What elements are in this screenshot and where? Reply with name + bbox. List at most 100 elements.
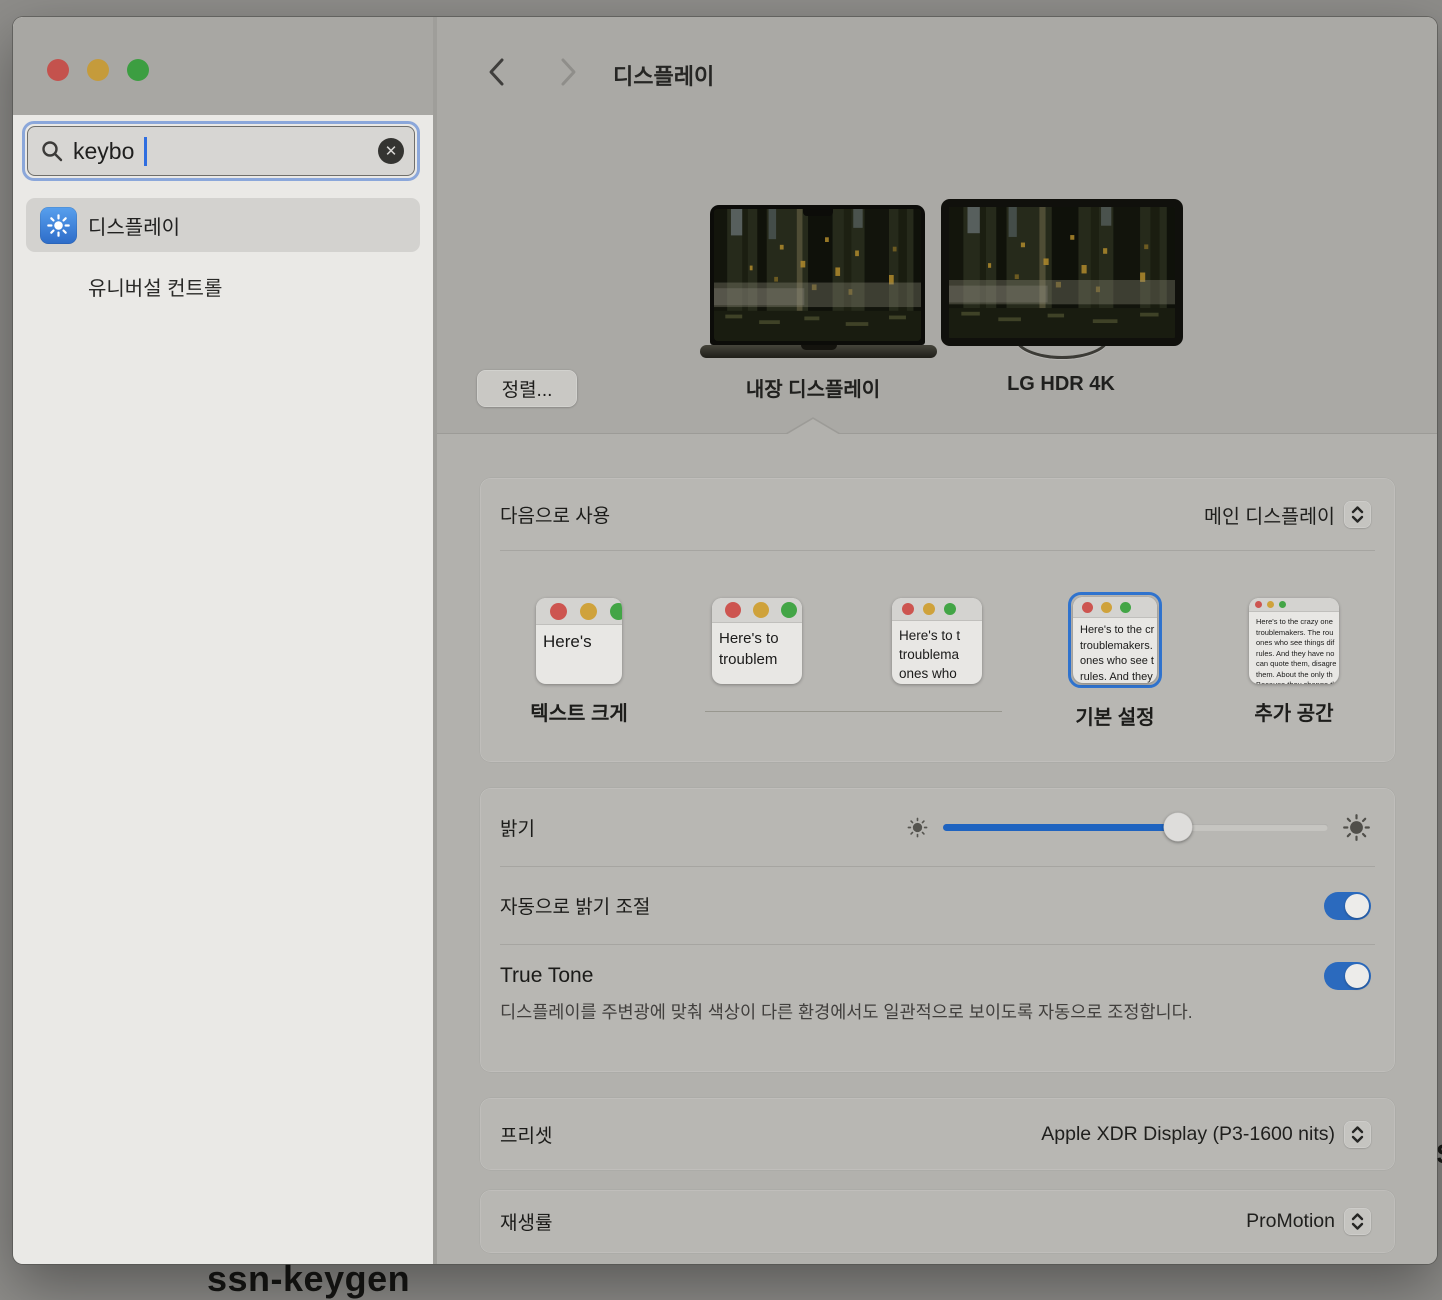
mini-traffic-dot	[902, 603, 914, 615]
slider-thumb[interactable]	[1163, 813, 1192, 842]
mini-traffic-dot	[1267, 601, 1274, 608]
resolution-preview: Here's to the crazy onetroublemakers. Th…	[1249, 598, 1339, 684]
use-as-popup[interactable]: 메인 디스플레이	[1204, 500, 1371, 529]
mini-traffic-dot	[923, 603, 935, 615]
refresh-rate-value: ProMotion	[1246, 1210, 1335, 1233]
resolution-option[interactable]: Here's totroublem	[687, 598, 827, 684]
background-partial-text: ssn-keygen	[207, 1258, 410, 1300]
resolution-option-label: 추가 공간	[1254, 697, 1333, 726]
resolution-option-label: 기본 설정	[1075, 701, 1154, 730]
sidebar-item-universal-control[interactable]: 유니버설 컨트롤	[88, 265, 222, 307]
display-picker-section: 디스플레이 정렬... 내장 디스플레이 LG HDR 4K	[437, 17, 1437, 434]
mini-traffic-dot	[725, 602, 741, 618]
popup-chevrons-icon	[1344, 501, 1371, 528]
refresh-rate-label: 재생률	[500, 1208, 552, 1235]
refresh-rate-card: 재생률 ProMotion	[480, 1190, 1395, 1253]
mini-traffic-dot	[1120, 602, 1131, 613]
sidebar-item-label: 유니버설 컨트롤	[88, 272, 222, 301]
sidebar-item-label: 디스플레이	[88, 211, 180, 240]
sidebar: keybo ✕ 디스플레이 유니버설 컨트롤	[13, 17, 433, 1264]
preset-label: 프리셋	[500, 1121, 552, 1148]
minimize-button[interactable]	[87, 59, 109, 81]
preset-row: 프리셋 Apple XDR Display (P3-1600 nits)	[480, 1098, 1395, 1170]
mini-traffic-dot	[944, 603, 956, 615]
mini-traffic-dot	[1082, 602, 1093, 613]
refresh-rate-popup[interactable]: ProMotion	[1246, 1208, 1371, 1235]
true-tone-toggle[interactable]	[1324, 962, 1371, 990]
chevron-left-icon	[487, 56, 506, 88]
row-divider	[500, 550, 1375, 551]
toggle-knob	[1345, 894, 1369, 918]
mini-traffic-dot	[753, 602, 769, 618]
sidebar-item-display[interactable]: 디스플레이	[26, 198, 420, 252]
display-name-lg: LG HDR 4K	[911, 373, 1211, 396]
resolution-option[interactable]: Here's to the crtroublemakers.ones who s…	[1045, 598, 1185, 730]
mini-traffic-dot	[610, 603, 622, 620]
true-tone-row: True Tone 디스플레이를 주변광에 맞춰 색상이 다른 환경에서도 일관…	[480, 945, 1395, 1073]
wallpaper-forest	[714, 209, 921, 341]
traffic-lights	[47, 59, 149, 81]
arrange-button[interactable]: 정렬...	[477, 370, 577, 407]
selected-display-pointer	[786, 417, 840, 434]
back-button[interactable]	[481, 55, 511, 89]
true-tone-description: 디스플레이를 주변광에 맞춰 색상이 다른 환경에서도 일관적으로 보이도록 자…	[500, 999, 1240, 1027]
page-title: 디스플레이	[613, 59, 714, 91]
brightness-low-icon	[906, 816, 929, 839]
popup-chevrons-icon	[1344, 1208, 1371, 1235]
true-tone-label: True Tone	[500, 964, 593, 988]
search-icon	[40, 139, 64, 163]
titlebar[interactable]	[13, 17, 433, 115]
auto-brightness-row: 자동으로 밝기 조절	[480, 867, 1395, 944]
resolution-option[interactable]: Here's 텍스트 크게	[509, 598, 649, 726]
use-as-card: 다음으로 사용 메인 디스플레이 Here's 텍스트 크게 Here's totr…	[480, 478, 1395, 762]
brightness-high-icon	[1342, 813, 1371, 842]
resolution-option[interactable]: Here's to the crazy onetroublemakers. Th…	[1224, 598, 1364, 726]
resolution-options: Here's 텍스트 크게 Here's totroublem Here's to t…	[480, 570, 1395, 762]
text-cursor	[144, 137, 147, 166]
preset-popup[interactable]: Apple XDR Display (P3-1600 nits)	[1041, 1121, 1371, 1148]
resolution-preview: Here's to the crtroublemakers.ones who s…	[1073, 597, 1157, 683]
resolution-preview: Here's	[536, 598, 622, 684]
resolution-option-label: 텍스트 크게	[530, 697, 628, 726]
mini-traffic-dot	[1255, 601, 1262, 608]
slider-fill	[943, 824, 1178, 831]
resolution-preview: Here's to ttroublemaones who	[892, 598, 982, 684]
clear-search-icon[interactable]: ✕	[378, 138, 404, 164]
preset-value: Apple XDR Display (P3-1600 nits)	[1041, 1123, 1335, 1146]
preset-card: 프리셋 Apple XDR Display (P3-1600 nits)	[480, 1098, 1395, 1170]
resolution-option[interactable]: Here's to ttroublemaones who	[867, 598, 1007, 684]
mini-traffic-dot	[580, 603, 597, 620]
display-thumbnail-lg[interactable]	[941, 199, 1183, 346]
display-settings-panel: 디스플레이 정렬... 내장 디스플레이 LG HDR 4K	[437, 17, 1437, 1264]
close-button[interactable]	[47, 59, 69, 81]
mini-traffic-dot	[550, 603, 567, 620]
auto-brightness-toggle[interactable]	[1324, 892, 1371, 920]
forward-button[interactable]	[553, 55, 583, 89]
toggle-knob	[1345, 964, 1369, 988]
search-input[interactable]: keybo ✕	[27, 126, 415, 176]
mini-traffic-dot	[1279, 601, 1286, 608]
resolution-tick-line	[705, 711, 1002, 712]
mini-traffic-dot	[781, 602, 797, 618]
popup-chevrons-icon	[1344, 1121, 1371, 1148]
brightness-label: 밝기	[500, 814, 535, 841]
chevron-right-icon	[559, 56, 578, 88]
search-field-focus-ring: keybo ✕	[22, 121, 420, 181]
selected-resolution-ring: Here's to the crtroublemakers.ones who s…	[1068, 592, 1162, 688]
resolution-preview: Here's totroublem	[712, 598, 802, 684]
brightness-card: 밝기	[480, 788, 1395, 1072]
refresh-rate-row: 재생률 ProMotion	[480, 1190, 1395, 1253]
laptop-notch	[803, 209, 833, 216]
search-value: keybo	[73, 138, 134, 165]
laptop-base	[700, 345, 937, 358]
zoom-button[interactable]	[127, 59, 149, 81]
mini-traffic-dot	[1101, 602, 1112, 613]
wallpaper-forest	[949, 207, 1175, 338]
use-as-label: 다음으로 사용	[500, 501, 610, 528]
auto-brightness-label: 자동으로 밝기 조절	[500, 892, 650, 919]
brightness-row: 밝기	[480, 788, 1395, 866]
brightness-slider[interactable]	[943, 824, 1328, 831]
use-as-row: 다음으로 사용 메인 디스플레이	[480, 478, 1395, 550]
display-thumbnail-builtin[interactable]	[710, 205, 925, 345]
display-brightness-icon	[40, 207, 77, 244]
